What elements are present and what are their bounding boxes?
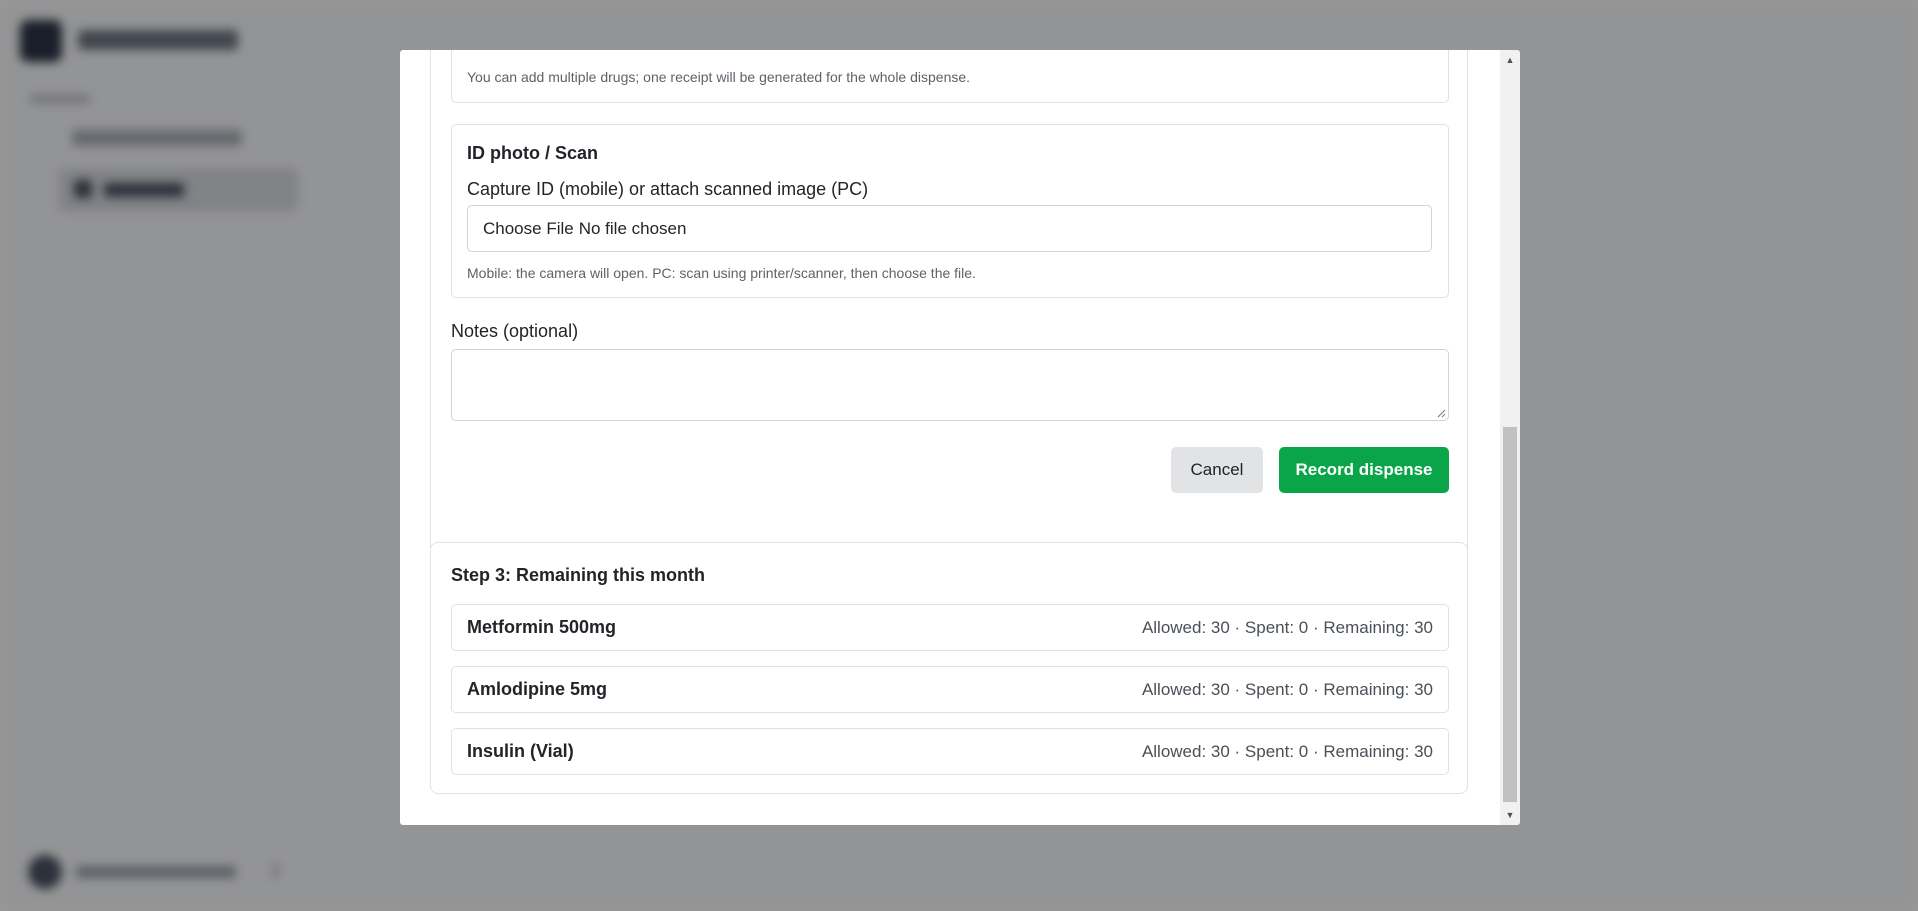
resize-grip-icon[interactable] xyxy=(1436,408,1446,418)
record-dispense-button[interactable]: Record dispense xyxy=(1279,447,1449,493)
scroll-thumb[interactable] xyxy=(1503,427,1517,802)
remaining-row: Amlodipine 5mg Allowed: 30 · Spent: 0 · … xyxy=(451,666,1449,713)
dispense-form-card: You can add multiple drugs; one receipt … xyxy=(430,50,1468,560)
notes-textarea[interactable] xyxy=(451,349,1449,421)
id-photo-label: Capture ID (mobile) or attach scanned im… xyxy=(467,179,869,199)
remaining-drug-stats: Allowed: 30 · Spent: 0 · Remaining: 30 xyxy=(1141,617,1433,637)
choose-file-button[interactable]: Choose File xyxy=(483,219,574,239)
drug-list-box: You can add multiple drugs; one receipt … xyxy=(451,50,1449,103)
id-photo-hint: Mobile: the camera will open. PC: scan u… xyxy=(467,265,976,281)
id-photo-title: ID photo / Scan xyxy=(467,143,599,163)
modal-scrollbar[interactable]: ▲ ▼ xyxy=(1500,50,1520,825)
modal-body: You can add multiple drugs; one receipt … xyxy=(400,50,1500,825)
remaining-title: Step 3: Remaining this month xyxy=(451,565,706,585)
file-status-text: No file chosen xyxy=(578,218,687,238)
remaining-drug-stats: Allowed: 30 · Spent: 0 · Remaining: 30 xyxy=(1141,741,1433,761)
id-photo-box: ID photo / Scan Capture ID (mobile) or a… xyxy=(451,124,1449,298)
triangle-up-icon[interactable]: ▲ xyxy=(1500,50,1520,70)
remaining-card: Step 3: Remaining this month Metformin 5… xyxy=(430,542,1468,794)
remaining-drug-name: Metformin 500mg xyxy=(467,617,617,637)
remaining-row: Insulin (Vial) Allowed: 30 · Spent: 0 · … xyxy=(451,728,1449,775)
remaining-drug-stats: Allowed: 30 · Spent: 0 · Remaining: 30 xyxy=(1141,679,1433,699)
remaining-drug-name: Amlodipine 5mg xyxy=(467,679,608,699)
cancel-button[interactable]: Cancel xyxy=(1171,447,1263,493)
drug-list-hint: You can add multiple drugs; one receipt … xyxy=(467,69,971,85)
triangle-down-icon[interactable]: ▼ xyxy=(1500,805,1520,825)
dispense-modal: You can add multiple drugs; one receipt … xyxy=(400,50,1520,825)
notes-label: Notes (optional) xyxy=(451,321,579,341)
remaining-row: Metformin 500mg Allowed: 30 · Spent: 0 ·… xyxy=(451,604,1449,651)
remaining-drug-name: Insulin (Vial) xyxy=(467,741,574,761)
id-photo-file-input[interactable]: Choose File No file chosen xyxy=(467,205,1432,252)
